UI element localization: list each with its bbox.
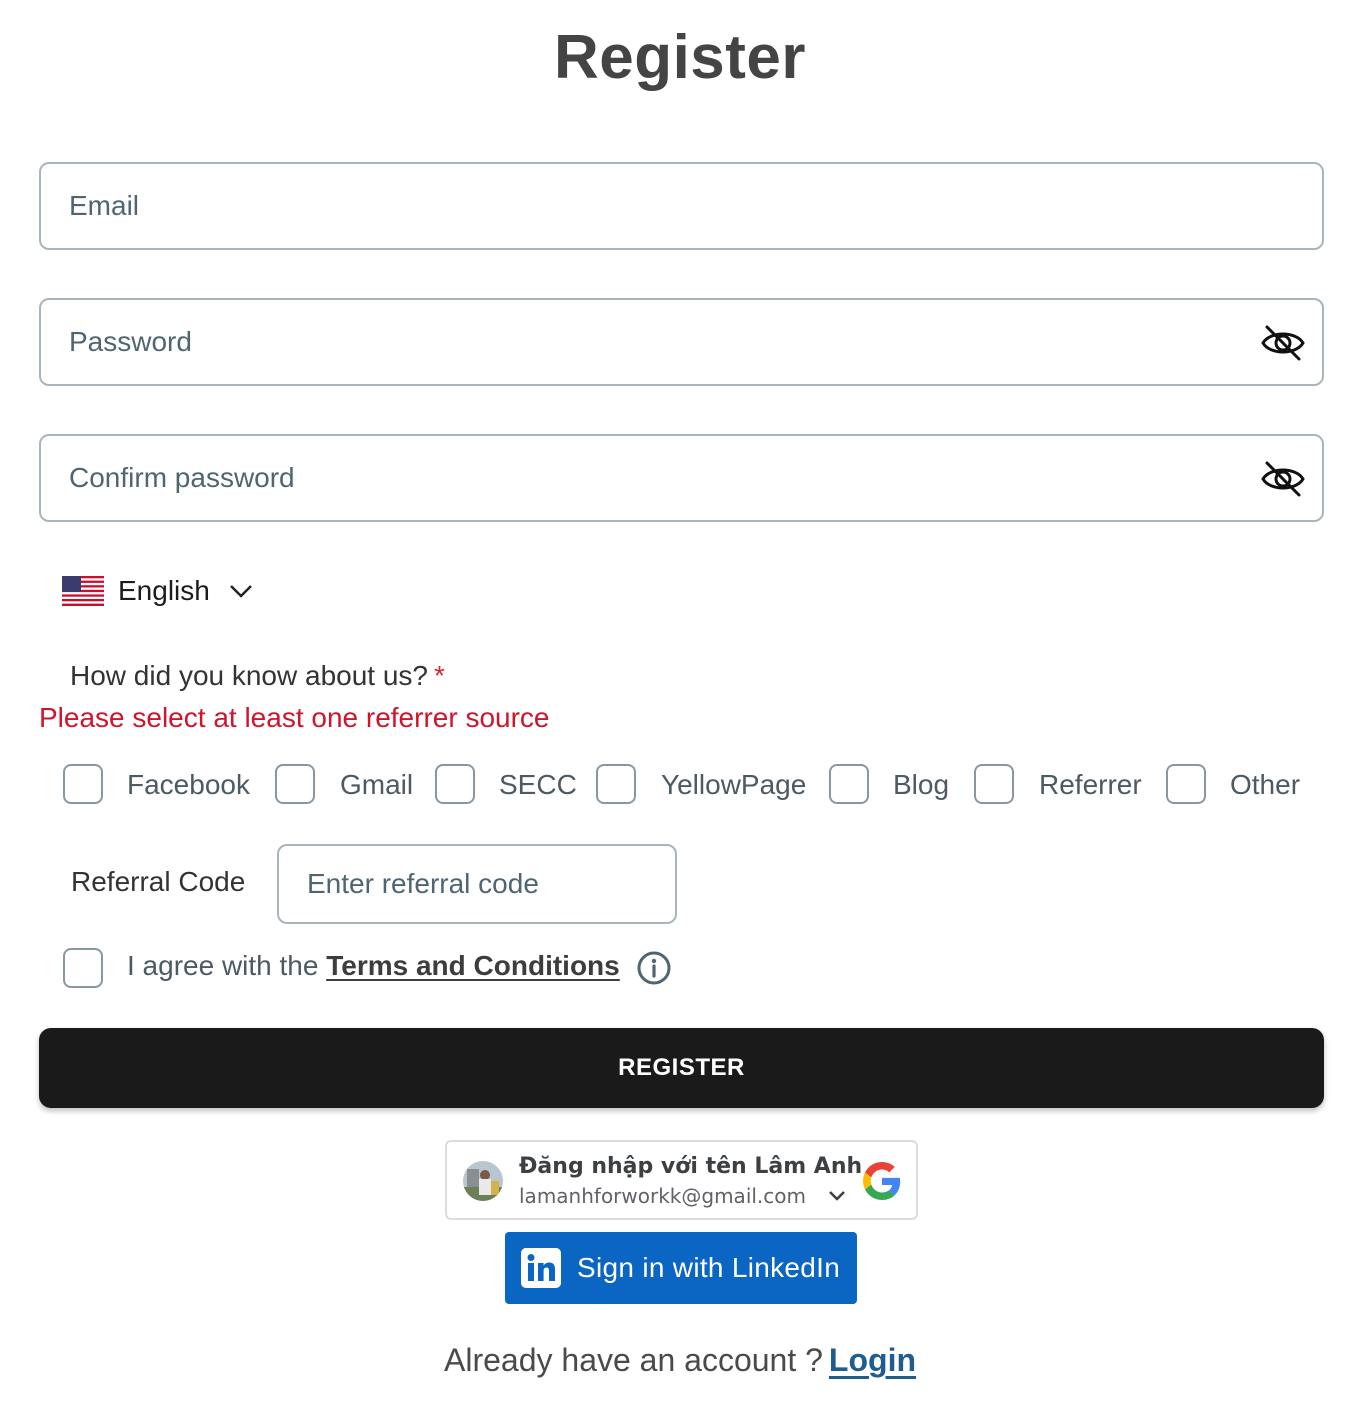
login-prompt: Already have an account ? Login	[0, 1342, 1360, 1379]
required-mark: *	[434, 660, 445, 691]
checkbox-referrer[interactable]	[974, 764, 1014, 804]
terms-prefix: I agree with the	[127, 950, 327, 981]
checkbox-gmail[interactable]	[275, 764, 315, 804]
chevron-down-icon	[229, 585, 252, 598]
page-title: Register	[553, 23, 807, 92]
login-prompt-text: Already have an account ?	[444, 1342, 823, 1378]
checkbox-label-gmail: Gmail	[340, 769, 414, 800]
referral-code-label: Referral Code	[71, 866, 246, 897]
chevron-down-icon	[829, 1191, 845, 1201]
checkbox-yellowpage[interactable]	[596, 764, 636, 804]
register-button[interactable]: REGISTER	[39, 1028, 1324, 1108]
linkedin-signin-button[interactable]: Sign in with LinkedIn	[505, 1232, 857, 1304]
email-field-container	[39, 162, 1324, 250]
us-flag-icon	[62, 576, 104, 606]
linkedin-icon	[521, 1248, 561, 1288]
password-input[interactable]	[67, 300, 1227, 384]
referrer-error: Please select at least one referrer sour…	[39, 702, 550, 733]
password-field-container	[39, 298, 1324, 386]
checkbox-label-yellowpage: YellowPage	[661, 769, 807, 800]
checkbox-label-other: Other	[1230, 769, 1301, 800]
referral-code-input[interactable]	[305, 846, 655, 922]
linkedin-signin-label: Sign in with LinkedIn	[577, 1252, 841, 1283]
google-account-name: Đăng nhập với tên Lâm Anh	[519, 1154, 863, 1179]
referrer-question-text: How did you know about us?	[70, 660, 428, 691]
google-icon	[863, 1162, 901, 1200]
language-label: English	[118, 575, 210, 606]
login-link[interactable]: Login	[829, 1342, 916, 1378]
checkbox-other[interactable]	[1166, 764, 1206, 804]
referrer-question: How did you know about us? *	[70, 660, 445, 692]
checkbox-label-blog: Blog	[893, 769, 950, 800]
language-selector[interactable]: English	[62, 570, 254, 612]
referral-code-field-container	[277, 844, 677, 924]
checkbox-label-secc: SECC	[499, 769, 577, 800]
eye-slash-icon[interactable]	[1260, 322, 1306, 364]
info-icon[interactable]	[636, 950, 672, 986]
confirm-password-input[interactable]	[67, 436, 1227, 520]
checkbox-facebook[interactable]	[63, 764, 103, 804]
email-input[interactable]	[67, 164, 1227, 248]
terms-link[interactable]: Terms and Conditions	[326, 950, 620, 981]
checkbox-secc[interactable]	[435, 764, 475, 804]
confirm-password-field-container	[39, 434, 1324, 522]
checkbox-blog[interactable]	[829, 764, 869, 804]
google-signin-button[interactable]: Đăng nhập với tên Lâm Anh lamanhforworkk…	[445, 1140, 918, 1220]
checkbox-label-referrer: Referrer	[1039, 769, 1142, 800]
checkbox-label-facebook: Facebook	[127, 769, 250, 800]
terms-text: I agree with the Terms and Conditions	[127, 950, 620, 982]
google-account-email: lamanhforworkk@gmail.com	[519, 1184, 807, 1208]
eye-slash-icon[interactable]	[1260, 458, 1306, 500]
avatar	[463, 1161, 503, 1201]
terms-checkbox[interactable]	[63, 948, 103, 988]
